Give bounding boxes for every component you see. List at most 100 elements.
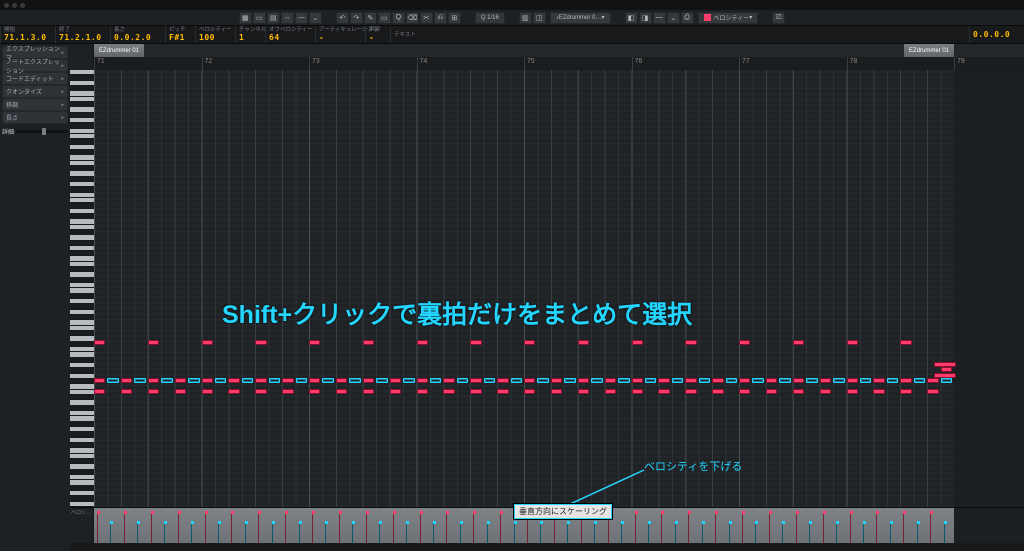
midi-note[interactable] [511, 378, 522, 383]
velocity-bar[interactable] [635, 513, 636, 543]
velocity-bar[interactable] [191, 523, 192, 543]
midi-note[interactable] [94, 389, 105, 394]
tool-right-3[interactable]: ⌄ [667, 12, 680, 24]
midi-note[interactable] [417, 340, 428, 345]
midi-note[interactable] [376, 378, 387, 383]
midi-note[interactable] [309, 378, 320, 383]
midi-note[interactable] [309, 389, 320, 394]
midi-note[interactable] [739, 378, 750, 383]
inspector-row-5[interactable]: 長さ▸ [2, 111, 68, 124]
velocity-bar[interactable] [164, 523, 165, 543]
tool-draw-6[interactable]: ✂ [420, 12, 433, 24]
midi-note[interactable] [927, 378, 938, 383]
midi-note[interactable] [390, 378, 401, 383]
midi-note[interactable] [255, 340, 266, 345]
midi-note[interactable] [793, 389, 804, 394]
tool-right-1[interactable]: ◨ [639, 12, 652, 24]
midi-note[interactable] [873, 389, 884, 394]
velocity-bar[interactable] [876, 513, 877, 543]
velocity-bar[interactable] [433, 523, 434, 543]
velocity-bar[interactable] [809, 523, 810, 543]
midi-note[interactable] [443, 389, 454, 394]
midi-note[interactable] [658, 389, 669, 394]
midi-note[interactable] [605, 378, 616, 383]
midi-note[interactable] [470, 378, 481, 383]
velocity-bar[interactable] [406, 523, 407, 543]
midi-note[interactable] [632, 389, 643, 394]
midi-note[interactable] [228, 389, 239, 394]
midi-note[interactable] [578, 389, 589, 394]
midi-note[interactable] [497, 378, 508, 383]
midi-note[interactable] [255, 389, 266, 394]
tool-mid-5[interactable]: ⌄ [309, 12, 322, 24]
velocity-bar[interactable] [339, 513, 340, 543]
info-length[interactable]: 長さ 0.0.2.0 [110, 26, 165, 43]
midi-note[interactable] [934, 373, 956, 378]
midi-note[interactable] [202, 389, 213, 394]
note-grid[interactable]: Shift+クリックで裏拍だけをまとめて選択 ベロシティを下げる [94, 70, 954, 507]
midi-note[interactable] [121, 389, 132, 394]
velocity-bar[interactable] [393, 513, 394, 543]
midi-note[interactable] [309, 340, 320, 345]
velocity-bar[interactable] [97, 513, 98, 543]
midi-note[interactable] [457, 378, 468, 383]
midi-note[interactable] [739, 389, 750, 394]
inspector-slider[interactable]: 詳細 [2, 125, 68, 138]
velocity-bar[interactable] [661, 513, 662, 543]
time-ruler[interactable]: 717273747576777879 [94, 57, 954, 70]
piano-keys[interactable] [70, 70, 94, 507]
midi-note[interactable] [914, 378, 925, 383]
info-channel[interactable]: チャンネル 1 [235, 26, 265, 43]
midi-note[interactable] [322, 378, 333, 383]
traffic-min[interactable] [12, 3, 17, 8]
inspector-row-3[interactable]: クオンタイズ▸ [2, 85, 68, 98]
midi-note[interactable] [578, 340, 589, 345]
midi-note[interactable] [484, 378, 495, 383]
velocity-bar[interactable] [903, 513, 904, 543]
midi-note[interactable] [900, 340, 911, 345]
midi-note[interactable] [497, 389, 508, 394]
midi-note[interactable] [900, 378, 911, 383]
midi-note[interactable] [739, 340, 750, 345]
midi-note[interactable] [833, 378, 844, 383]
midi-note[interactable] [175, 378, 186, 383]
velocity-bar[interactable] [124, 513, 125, 543]
midi-note[interactable] [860, 378, 871, 383]
velocity-bar[interactable] [110, 523, 111, 543]
midi-note[interactable] [752, 378, 763, 383]
midi-note[interactable] [121, 378, 132, 383]
midi-note[interactable] [417, 389, 428, 394]
velocity-bar[interactable] [272, 523, 273, 543]
velocity-bar[interactable] [205, 513, 206, 543]
midi-note[interactable] [537, 378, 548, 383]
traffic-close[interactable] [4, 3, 9, 8]
velocity-bar[interactable] [514, 523, 515, 543]
midi-note[interactable] [282, 389, 293, 394]
scrollbar-horizontal[interactable] [70, 543, 1024, 551]
panel-toggle[interactable]: ⎚ [772, 12, 785, 24]
velocity-bar[interactable] [823, 513, 824, 543]
midi-note[interactable] [927, 389, 938, 394]
midi-note[interactable] [336, 389, 347, 394]
midi-note[interactable] [255, 378, 266, 383]
velocity-bar[interactable] [715, 513, 716, 543]
velocity-bar[interactable] [850, 513, 851, 543]
velocity-bar[interactable] [796, 513, 797, 543]
midi-note[interactable] [363, 340, 374, 345]
midi-note[interactable] [766, 378, 777, 383]
midi-note[interactable] [658, 378, 669, 383]
midi-note[interactable] [148, 389, 159, 394]
tool-mid-4[interactable]: — [295, 12, 308, 24]
midi-note[interactable] [228, 378, 239, 383]
midi-note[interactable] [161, 378, 172, 383]
tool-right-0[interactable]: ◧ [625, 12, 638, 24]
velocity-bar[interactable] [648, 523, 649, 543]
tool-draw-5[interactable]: ⌫ [406, 12, 419, 24]
midi-note[interactable] [202, 340, 213, 345]
part-name-right[interactable]: EZdrummer 01 [904, 44, 954, 57]
midi-note[interactable] [524, 389, 535, 394]
tool-mid-2[interactable]: ▤ [267, 12, 280, 24]
tool-draw-8[interactable]: ⊞ [448, 12, 461, 24]
midi-note[interactable] [645, 378, 656, 383]
info-velocity[interactable]: ベロシティー 100 [195, 26, 235, 43]
